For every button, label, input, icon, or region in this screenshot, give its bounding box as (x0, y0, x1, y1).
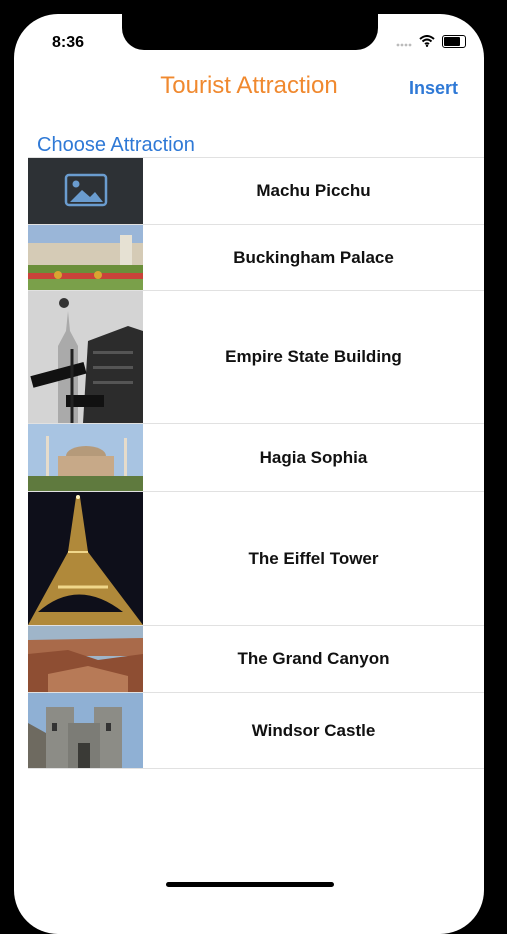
section-header: Choose Attraction (37, 134, 195, 156)
table-row[interactable]: Buckingham Palace (28, 225, 484, 291)
table-row[interactable]: Empire State Building (28, 291, 484, 424)
attraction-name: Hagia Sophia (259, 447, 368, 467)
table-row[interactable]: The Grand Canyon (28, 626, 484, 693)
phone-screen: 8:36 Tourist Attraction Insert Choose At… (14, 14, 484, 934)
empire-state-building-photo (28, 291, 143, 423)
signal-icon (396, 43, 412, 46)
windsor-castle-photo (28, 693, 143, 768)
status-time: 8:36 (52, 34, 85, 51)
home-indicator[interactable] (166, 882, 334, 887)
attractions-table: Machu Picchu Buckingham Palace Empire St… (28, 157, 484, 769)
table-row[interactable]: Windsor Castle (28, 693, 484, 769)
attraction-name: Buckingham Palace (233, 247, 394, 267)
insert-button[interactable]: Insert (409, 78, 458, 99)
wifi-icon (419, 35, 435, 47)
attraction-name: The Grand Canyon (237, 649, 390, 668)
notch (122, 14, 378, 50)
eiffel-tower-photo (28, 492, 143, 625)
grand-canyon-photo (28, 626, 143, 692)
attraction-name: The Eiffel Tower (248, 548, 379, 568)
attraction-name: Machu Picchu (256, 181, 371, 200)
placeholder-image-icon (28, 158, 143, 224)
hagia-sophia-photo (28, 424, 143, 491)
attraction-name: Empire State Building (225, 347, 402, 366)
battery-icon (442, 34, 466, 48)
table-row[interactable]: The Eiffel Tower (28, 492, 484, 626)
table-row[interactable]: Hagia Sophia (28, 424, 484, 492)
attraction-name: Windsor Castle (251, 720, 376, 740)
table-row[interactable]: Machu Picchu (28, 158, 484, 225)
status-icons (396, 34, 466, 48)
buckingham-palace-photo (28, 225, 143, 290)
